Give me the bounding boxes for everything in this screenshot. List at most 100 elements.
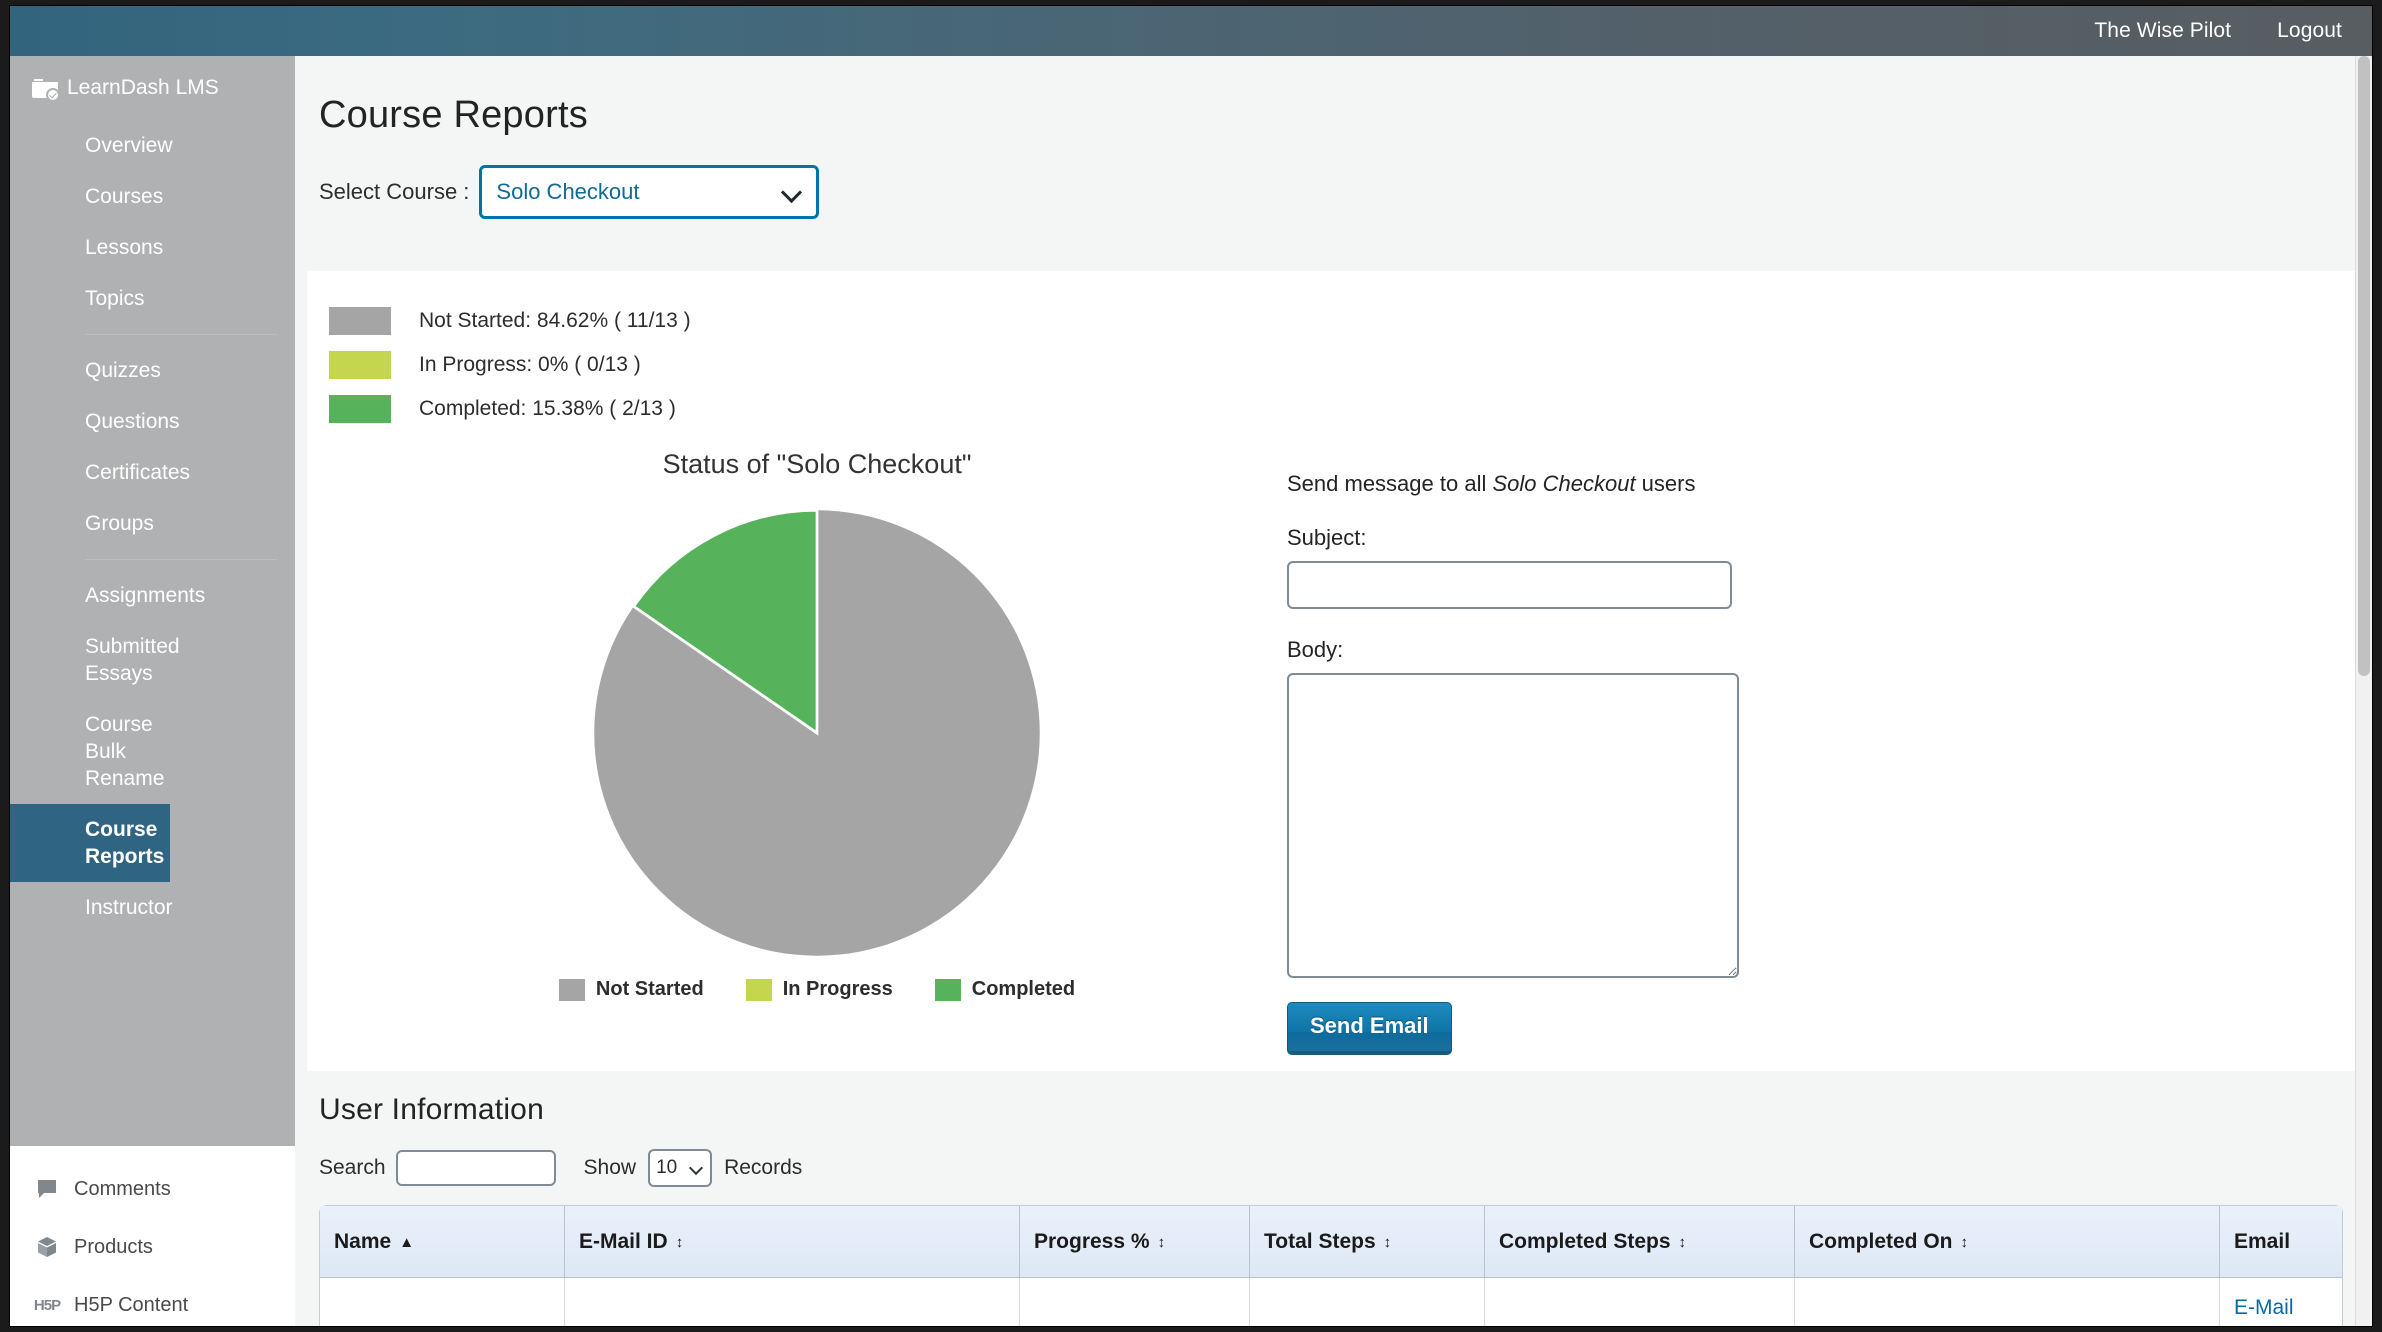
cell-name bbox=[320, 1278, 565, 1326]
sidebar-item-course-bulk-rename[interactable]: Course Bulk Rename bbox=[10, 699, 210, 804]
course-select-value: Solo Checkout bbox=[496, 179, 640, 204]
sidebar-item-label: Products bbox=[74, 1235, 153, 1258]
send-email-button[interactable]: Send Email bbox=[1287, 1002, 1452, 1055]
col-header-total-steps[interactable]: Total Steps ↕ bbox=[1250, 1206, 1485, 1278]
user-information-section: User Information Search Show 10 Records bbox=[295, 1071, 2372, 1326]
chevron-down-icon bbox=[782, 182, 802, 202]
scrollbar-thumb[interactable] bbox=[2358, 56, 2370, 676]
page-scrollbar[interactable] bbox=[2355, 56, 2372, 1326]
row-email-link[interactable]: E-Mail bbox=[2234, 1296, 2294, 1319]
sidebar-brand[interactable]: LearnDash LMS bbox=[10, 56, 295, 120]
status-swatch-in-progress bbox=[329, 351, 391, 379]
sidebar-item-quizzes[interactable]: Quizzes bbox=[10, 345, 295, 396]
chart-title: Status of "Solo Checkout" bbox=[662, 449, 972, 479]
sort-both-icon: ↕ bbox=[1157, 1233, 1166, 1251]
admin-bar: The Wise Pilot Logout bbox=[10, 6, 2372, 56]
sidebar-item-topics[interactable]: Topics bbox=[10, 273, 295, 324]
body-textarea[interactable] bbox=[1287, 673, 1739, 978]
col-label: E-Mail ID bbox=[579, 1229, 668, 1253]
pie-chart-svg bbox=[594, 508, 1040, 956]
sort-both-icon: ↕ bbox=[1960, 1233, 1969, 1251]
pie-legend-swatch-not-started bbox=[558, 978, 585, 1001]
sidebar-item-overview[interactable]: Overview bbox=[10, 120, 295, 171]
send-email-heading-prefix: Send message to all bbox=[1287, 471, 1493, 496]
cell-progress bbox=[1020, 1278, 1250, 1326]
sort-both-icon: ↕ bbox=[1678, 1233, 1687, 1251]
col-label: Name bbox=[334, 1229, 392, 1253]
sidebar-item-certificates[interactable]: Certificates bbox=[10, 447, 295, 498]
send-email-panel: Send message to all Solo Checkout users … bbox=[1237, 449, 1739, 1055]
sidebar-item-h5p-content[interactable]: H5P H5P Content bbox=[10, 1276, 295, 1326]
adminbar-logout-link[interactable]: Logout bbox=[2277, 19, 2342, 43]
sidebar-item-products[interactable]: Products bbox=[10, 1218, 295, 1276]
status-row-not-started: Not Started: 84.62% ( 11/13 ) bbox=[329, 299, 2360, 343]
sidebar-item-label: H5P Content bbox=[74, 1293, 189, 1316]
sidebar-item-course-reports[interactable]: Course Reports bbox=[10, 804, 170, 882]
user-information-title: User Information bbox=[319, 1093, 544, 1126]
col-header-progress[interactable]: Progress % ↕ bbox=[1020, 1206, 1250, 1278]
sidebar-item-groups[interactable]: Groups bbox=[10, 498, 295, 549]
chevron-down-icon bbox=[690, 1161, 704, 1175]
col-header-name[interactable]: Name ▲ bbox=[320, 1206, 565, 1278]
pie-chart-legend: Not Started In Progress Completed bbox=[307, 978, 1237, 1001]
sidebar-item-lessons[interactable]: Lessons bbox=[10, 222, 295, 273]
col-header-email: Email bbox=[2220, 1206, 2342, 1278]
search-label: Search bbox=[319, 1156, 386, 1179]
table-row: E-Mail bbox=[320, 1278, 2342, 1326]
subject-input[interactable] bbox=[1287, 561, 1732, 609]
sidebar-divider-1 bbox=[85, 334, 277, 335]
cell-total-steps bbox=[1250, 1278, 1485, 1326]
show-label: Show bbox=[583, 1156, 637, 1179]
status-row-completed: Completed: 15.38% ( 2/13 ) bbox=[329, 387, 2360, 431]
sidebar-item-courses[interactable]: Courses bbox=[10, 171, 295, 222]
sidebar-item-instructor[interactable]: Instructor bbox=[10, 882, 295, 933]
sidebar-item-submitted-essays[interactable]: Submitted Essays bbox=[10, 621, 190, 699]
sidebar: LearnDash LMS Overview Courses Lessons T… bbox=[10, 56, 295, 1326]
sidebar-item-label: Comments bbox=[74, 1177, 171, 1200]
cell-completed-on bbox=[1795, 1278, 2220, 1326]
screenshot-viewport: The Wise Pilot Logout LearnDash LMS Over… bbox=[0, 0, 2382, 1332]
pie-chart bbox=[502, 508, 1042, 958]
status-legend: Not Started: 84.62% ( 11/13 ) In Progres… bbox=[307, 271, 2360, 431]
pie-legend-not-started: Not Started bbox=[558, 978, 704, 1001]
h5p-icon: H5P bbox=[33, 1296, 61, 1314]
status-label-completed: Completed: 15.38% ( 2/13 ) bbox=[419, 397, 676, 420]
pie-legend-label: Completed bbox=[971, 978, 1076, 1000]
course-select-row: Select Course : Solo Checkout bbox=[295, 137, 2372, 219]
col-header-completed-on[interactable]: Completed On ↕ bbox=[1795, 1206, 2220, 1278]
sort-both-icon: ↕ bbox=[1383, 1233, 1392, 1251]
course-select[interactable]: Solo Checkout bbox=[479, 165, 820, 219]
col-header-email-id[interactable]: E-Mail ID ↕ bbox=[565, 1206, 1020, 1278]
adminbar-user-link[interactable]: The Wise Pilot bbox=[2094, 19, 2231, 43]
app-window: The Wise Pilot Logout LearnDash LMS Over… bbox=[10, 6, 2372, 1326]
sidebar-item-assignments[interactable]: Assignments bbox=[10, 570, 295, 621]
pie-legend-swatch-completed bbox=[934, 978, 961, 1001]
user-report-table: Name ▲ E-Mail ID ↕ Progress % ↕ Total Steps… bbox=[319, 1205, 2343, 1326]
status-label-not-started: Not Started: 84.62% ( 11/13 ) bbox=[419, 309, 691, 332]
status-swatch-completed bbox=[329, 395, 391, 423]
sidebar-item-comments[interactable]: Comments bbox=[10, 1160, 295, 1218]
show-records-select[interactable]: 10 bbox=[648, 1149, 713, 1187]
col-label: Progress % bbox=[1034, 1229, 1150, 1253]
comment-icon bbox=[34, 1176, 60, 1202]
select-course-label: Select Course : bbox=[319, 179, 470, 204]
products-box-icon bbox=[34, 1234, 60, 1260]
cell-email-id bbox=[565, 1278, 1020, 1326]
search-input[interactable] bbox=[395, 1150, 556, 1186]
subject-label: Subject: bbox=[1287, 525, 1367, 550]
col-label: Completed On bbox=[1809, 1229, 1953, 1253]
records-label: Records bbox=[724, 1156, 803, 1179]
cell-completed-steps bbox=[1485, 1278, 1795, 1326]
body-label: Body: bbox=[1287, 637, 1344, 662]
col-header-completed-steps[interactable]: Completed Steps ↕ bbox=[1485, 1206, 1795, 1278]
show-records-value: 10 bbox=[656, 1157, 678, 1178]
main-content: Course Reports Select Course : Solo Chec… bbox=[295, 56, 2372, 1326]
pie-chart-panel: Status of "Solo Checkout" Not Started In… bbox=[307, 449, 1237, 1055]
sidebar-divider-2 bbox=[85, 559, 277, 560]
status-label-in-progress: In Progress: 0% ( 0/13 ) bbox=[419, 353, 641, 376]
status-row-in-progress: In Progress: 0% ( 0/13 ) bbox=[329, 343, 2360, 387]
sidebar-item-questions[interactable]: Questions bbox=[10, 396, 295, 447]
col-label: Email bbox=[2234, 1229, 2291, 1253]
sort-both-icon: ↕ bbox=[675, 1233, 684, 1251]
col-label: Completed Steps bbox=[1499, 1229, 1671, 1253]
